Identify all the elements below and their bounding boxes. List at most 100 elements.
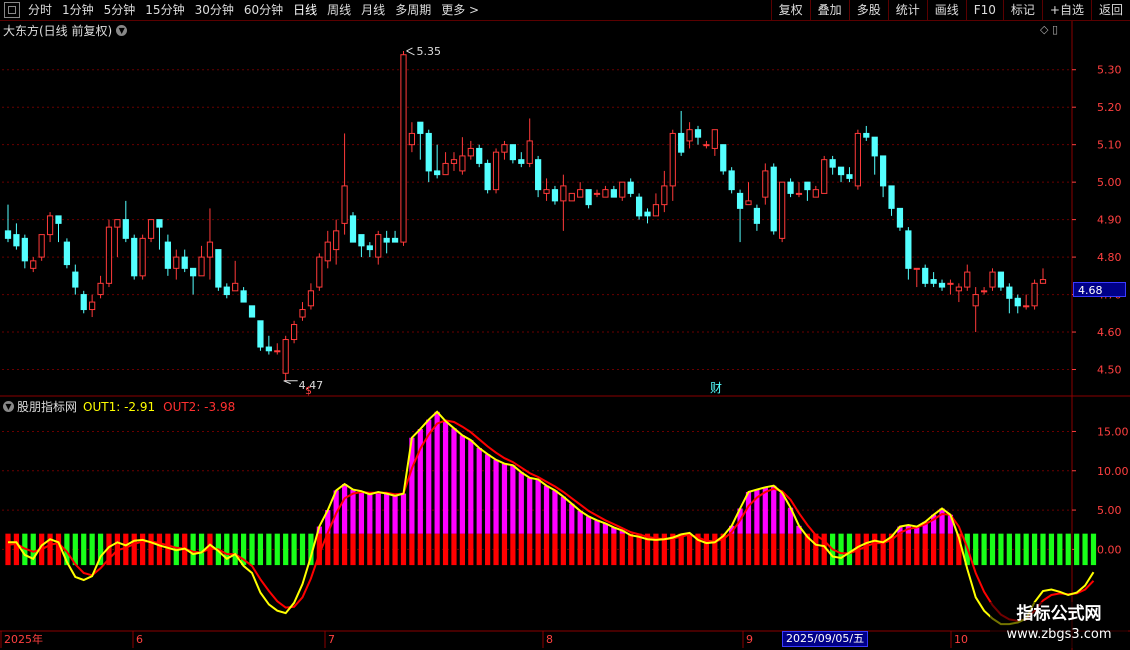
candle-body <box>821 159 828 194</box>
signal-bar <box>434 533 440 566</box>
candle-body <box>955 286 962 292</box>
candle-body <box>518 159 525 164</box>
period-2[interactable]: 5分钟 <box>99 0 141 20</box>
finance-marker: 财 <box>710 381 722 395</box>
signal-bar <box>998 533 1004 566</box>
toolbar-button-6[interactable]: 标记 <box>1002 0 1042 20</box>
momentum-bar <box>552 490 558 534</box>
signal-bar <box>165 533 171 566</box>
candle-body <box>888 185 895 209</box>
toolbar-button-8[interactable]: 返回 <box>1090 0 1130 20</box>
candle-body <box>425 132 432 172</box>
period-6[interactable]: 日线 <box>288 0 322 20</box>
candle-body <box>795 192 803 195</box>
signal-bar <box>30 533 36 566</box>
candle-body <box>602 189 609 198</box>
toolbar-button-5[interactable]: F10 <box>965 0 1003 20</box>
toolbar-button-3[interactable]: 统计 <box>887 0 927 20</box>
candle-body <box>947 282 954 285</box>
momentum-bar <box>493 459 499 534</box>
candle-body <box>1023 305 1030 308</box>
period-1[interactable]: 1分钟 <box>57 0 99 20</box>
candle-body <box>349 215 357 243</box>
signal-bar <box>13 533 20 566</box>
candle-body <box>63 241 71 266</box>
candle-body <box>299 309 306 318</box>
momentum-bar <box>501 463 508 534</box>
momentum-bar <box>400 493 407 534</box>
period-9[interactable]: 多周期 <box>390 0 436 20</box>
signal-bar <box>1006 533 1012 566</box>
candle-body <box>442 162 449 176</box>
candle-body <box>972 294 979 307</box>
period-7[interactable]: 周线 <box>322 0 356 20</box>
candle-body <box>164 241 171 269</box>
toolbar-button-2[interactable]: 多股 <box>848 0 888 20</box>
candle-body <box>694 129 702 138</box>
candle-body <box>366 245 373 251</box>
candle-body <box>206 241 214 258</box>
signal-bar <box>745 533 752 566</box>
signal-bar <box>459 533 465 566</box>
signal-bar <box>266 533 272 566</box>
signal-bar <box>468 533 474 566</box>
candle-body <box>980 290 988 293</box>
candle-body <box>265 346 272 352</box>
signal-bar <box>779 533 785 566</box>
signal-bar <box>1065 533 1071 566</box>
toolbar-button-7[interactable]: +自选 <box>1041 0 1091 20</box>
candle-body <box>610 189 617 198</box>
signal-bar <box>560 533 566 566</box>
candle-body <box>787 181 794 194</box>
out2-line <box>7 419 1095 622</box>
signal-bar <box>1015 533 1021 566</box>
signal-bar <box>880 533 886 566</box>
signal-bar <box>89 533 95 566</box>
candle-body <box>905 230 912 269</box>
candle-body <box>720 144 727 172</box>
period-8[interactable]: 月线 <box>356 0 390 20</box>
toolbar-button-4[interactable]: 画线 <box>926 0 966 20</box>
chevron-down-icon[interactable]: ▼ <box>116 25 128 36</box>
collapse-icon[interactable]: ▼ <box>3 401 14 412</box>
signal-bar <box>931 533 937 566</box>
period-3[interactable]: 15分钟 <box>140 0 189 20</box>
signal-bar <box>939 533 945 566</box>
period-5[interactable]: 60分钟 <box>239 0 288 20</box>
window-icon[interactable] <box>4 2 20 18</box>
momentum-bar <box>459 435 465 534</box>
signal-bar <box>55 533 62 566</box>
period-10[interactable]: 更多 > <box>436 0 484 20</box>
signal-bar <box>257 533 264 566</box>
signal-bar <box>476 533 482 566</box>
signal-bar <box>1040 533 1046 566</box>
candle-body <box>652 204 660 217</box>
signal-bar <box>198 533 205 566</box>
toolbar-button-0[interactable]: 复权 <box>770 0 810 20</box>
candle-body <box>282 339 289 374</box>
indicator-name: 股朋指标网 <box>17 400 78 414</box>
candle-body <box>223 286 230 296</box>
candle-body <box>989 271 996 288</box>
signal-bar <box>989 533 996 566</box>
candle-body <box>812 189 819 198</box>
signal-bar <box>771 533 777 566</box>
candle-body <box>400 54 407 243</box>
candle-body <box>585 189 592 206</box>
candle-body <box>678 132 685 153</box>
window-control-icons[interactable]: ◇ ▯ <box>1040 23 1058 36</box>
momentum-bar <box>375 491 381 534</box>
candle-body <box>181 256 188 269</box>
candle-body <box>661 185 668 206</box>
candle-body <box>779 181 786 239</box>
candle-body <box>4 230 12 239</box>
signal-bar <box>299 533 306 566</box>
toolbar-button-1[interactable]: 叠加 <box>809 0 849 20</box>
period-4[interactable]: 30分钟 <box>190 0 239 20</box>
candle-body <box>492 151 500 191</box>
candle-body <box>568 192 575 202</box>
candle-body <box>341 185 348 224</box>
period-0[interactable]: 分时 <box>23 0 57 20</box>
signal-bar <box>838 533 844 566</box>
candle-body <box>922 267 929 284</box>
